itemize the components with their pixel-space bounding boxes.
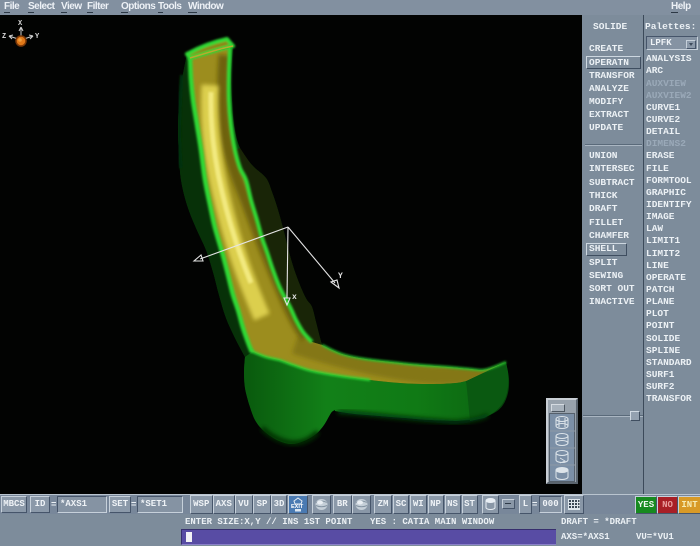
svg-text:Y: Y <box>35 33 40 41</box>
svg-text:X: X <box>18 20 23 28</box>
svg-text:Z: Z <box>2 33 6 41</box>
svg-text:Y: Y <box>338 272 343 281</box>
svg-text:x: x <box>292 293 297 302</box>
